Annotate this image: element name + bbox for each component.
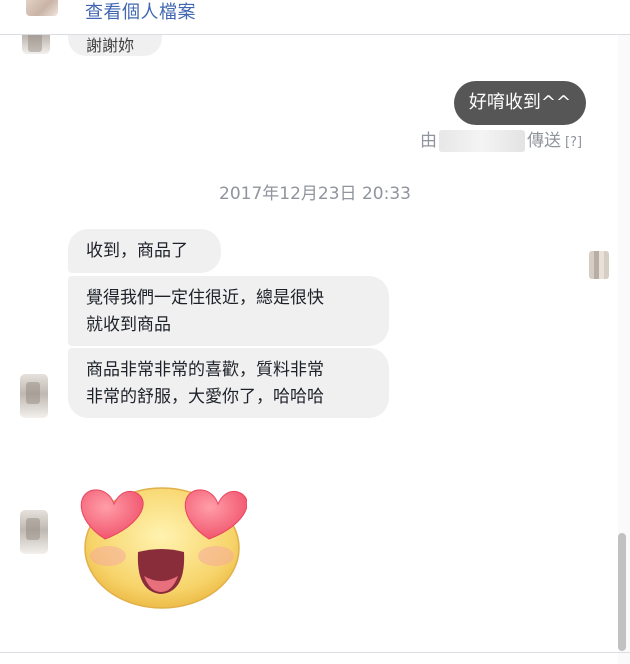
heart-eyes-emoji-icon[interactable] (72, 476, 247, 616)
blurred-sender-name (439, 130, 525, 152)
sent-message-meta: 由 傳送 [?] (420, 129, 590, 153)
contact-avatar[interactable] (20, 510, 48, 554)
message-text-line: 商品非常非常的喜歡，質料非常 (86, 360, 324, 380)
sent-meta-suffix: 傳送 (527, 131, 561, 151)
received-message-bubble[interactable]: 商品非常非常的喜歡，質料非常 非常的舒服，大愛你了，哈哈哈 (68, 348, 389, 418)
message-text: 收到，商品了 (86, 241, 188, 261)
message-text-line: 非常的舒服，大愛你了，哈哈哈 (86, 387, 324, 407)
sent-message-bubble[interactable]: 好唷收到^^ (454, 81, 586, 125)
scrollbar-thumb[interactable] (618, 533, 626, 651)
read-receipt-avatar (589, 251, 609, 279)
sent-meta-help-link[interactable]: [?] (565, 135, 582, 150)
partial-message-text: 謝謝妳 (86, 36, 135, 55)
message-text-line: 覺得我們一定住很近，總是很快 (86, 288, 324, 308)
sent-meta-prefix: 由 (420, 131, 437, 151)
message-timestamp: 2017年12月23日 20:33 (219, 184, 411, 204)
chat-header: 查看個人檔案 (0, 0, 630, 35)
received-message-bubble[interactable]: 覺得我們一定住很近，總是很快 就收到商品 (68, 276, 389, 346)
view-profile-link[interactable]: 查看個人檔案 (85, 1, 196, 25)
received-message-bubble[interactable]: 收到，商品了 (68, 229, 221, 273)
contact-avatar[interactable] (20, 374, 48, 418)
contact-avatar-top[interactable] (26, 0, 58, 16)
divider (0, 652, 630, 653)
message-text-line: 就收到商品 (86, 315, 171, 335)
